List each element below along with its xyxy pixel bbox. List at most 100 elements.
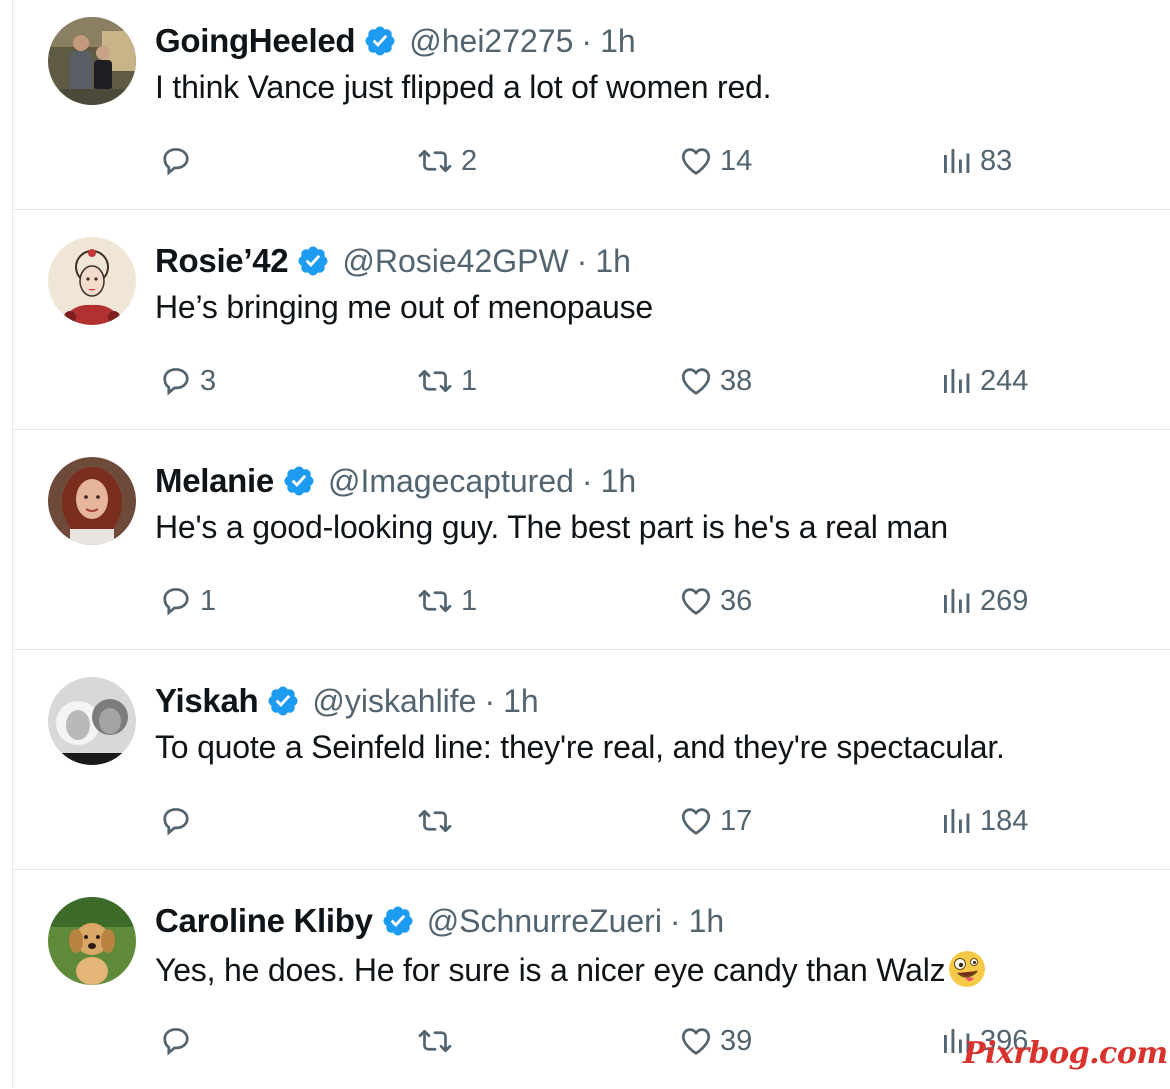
reply-button[interactable]: 3 [158,359,216,403]
speech-bubble-icon [163,368,189,396]
action-bar: 3 1 38 244 [13,359,1170,403]
tweet-item[interactable]: GoingHeeled @hei27275 · 1h I think Vance… [13,0,1170,210]
bar-chart-icon [944,809,970,833]
speech-bubble-icon [163,588,189,616]
display-name[interactable]: Melanie [155,462,274,500]
tweet-header: Caroline Kliby @SchnurreZueri · 1h [155,901,724,941]
black-white-couple-avatar [48,677,136,765]
heart-icon [681,588,711,615]
like-count: 36 [720,584,753,617]
verified-badge-icon [284,466,314,496]
retweet-arrows-icon [418,589,452,613]
reply-button[interactable] [158,1019,200,1063]
retweet-button[interactable]: 1 [415,359,477,403]
retweet-arrows-icon [418,369,452,393]
like-button[interactable]: 36 [678,579,752,623]
tweet-text: He’s bringing me out of menopause [155,289,654,325]
verified-badge-icon [298,246,328,276]
like-count: 38 [720,364,753,397]
views-button[interactable]: 184 [938,799,1028,843]
speech-bubble-icon [163,1028,189,1056]
timestamp[interactable]: 1h [595,243,631,280]
retweet-count: 1 [461,364,478,397]
like-button[interactable]: 17 [678,799,752,843]
views-button[interactable]: 269 [938,579,1028,623]
tweet-item[interactable]: Yiskah @yiskahlife · 1h To quote a Seinf… [13,650,1170,870]
user-handle[interactable]: @SchnurreZueri [427,903,662,940]
views-button[interactable]: 83 [938,139,1012,183]
retweet-button[interactable]: 1 [415,579,477,623]
user-handle[interactable]: @yiskahlife [312,683,476,720]
like-count: 14 [720,144,753,177]
like-button[interactable]: 39 [678,1019,752,1063]
heart-icon [681,1028,711,1055]
separator-dot: · [576,242,588,279]
timestamp[interactable]: 1h [601,463,637,500]
view-count: 269 [980,584,1029,617]
speech-bubble-icon [163,808,189,836]
avatar[interactable] [48,237,136,325]
speech-bubble-icon [163,148,189,176]
tweet-item[interactable]: Melanie @Imagecaptured · 1h He's a good-… [13,430,1170,650]
heart-icon [681,368,711,395]
view-count: 83 [980,144,1013,177]
bar-chart-icon [944,589,970,613]
heart-icon [681,808,711,835]
timestamp[interactable]: 1h [503,683,539,720]
tweet-header: Melanie @Imagecaptured · 1h [155,461,636,501]
action-bar: 1 1 36 269 [13,579,1170,623]
timestamp[interactable]: 1h [689,903,725,940]
retweet-count: 2 [461,144,478,177]
tweet-header: Yiskah @yiskahlife · 1h [155,681,539,721]
separator-dot: · [581,462,593,499]
tweet-text: Yes, he does. He for sure is a nicer eye… [155,952,946,988]
avatar[interactable] [48,677,136,765]
action-bar: 2 14 83 [13,139,1170,183]
tweet-item[interactable]: Rosie’42 @Rosie42GPW · 1h He’s bringing … [13,210,1170,430]
user-handle[interactable]: @hei27275 [409,23,573,60]
verified-badge-icon [365,26,395,56]
retweet-button[interactable]: 2 [415,139,477,183]
reply-count: 1 [200,584,217,617]
retweet-arrows-icon [418,1029,452,1053]
zany-face-emoji [949,951,986,987]
avatar[interactable] [48,17,136,105]
retweet-count: 1 [461,584,478,617]
tweet-text: To quote a Seinfeld line: they're real, … [155,729,1005,765]
like-button[interactable]: 14 [678,139,752,183]
retweet-button[interactable] [415,1019,461,1063]
user-handle[interactable]: @Rosie42GPW [342,243,568,280]
avatar[interactable] [48,897,136,985]
timestamp[interactable]: 1h [600,23,636,60]
user-handle[interactable]: @Imagecaptured [328,463,574,500]
display-name[interactable]: Rosie’42 [155,242,289,280]
display-name[interactable]: Caroline Kliby [155,902,373,940]
watermark: Pixrbog.com [963,1036,1168,1071]
tweet-text: He's a good-looking guy. The best part i… [155,509,948,545]
verified-badge-icon [268,686,298,716]
separator-dot: · [484,682,496,719]
reply-button[interactable] [158,139,200,183]
views-button[interactable]: 244 [938,359,1028,403]
reply-button[interactable]: 1 [158,579,216,623]
reply-button[interactable] [158,799,200,843]
couple-photo-avatar [48,17,136,105]
retweet-button[interactable] [415,799,461,843]
tweet-header: GoingHeeled @hei27275 · 1h [155,21,636,61]
avatar[interactable] [48,457,136,545]
heart-icon [681,148,711,175]
retweet-arrows-icon [418,809,452,833]
retweet-arrows-icon [418,149,452,173]
redhead-portrait-avatar [48,457,136,545]
like-button[interactable]: 38 [678,359,752,403]
replies-feed: GoingHeeled @hei27275 · 1h I think Vance… [0,0,1170,1088]
tweet-text-line: Yes, he does. He for sure is a nicer eye… [155,949,987,989]
separator-dot: · [581,22,593,59]
separator-dot: · [669,902,681,939]
reply-count: 3 [200,364,217,397]
golden-retriever-puppy-avatar [48,897,136,985]
view-count: 244 [980,364,1029,397]
display-name[interactable]: Yiskah [155,682,259,720]
display-name[interactable]: GoingHeeled [155,22,356,60]
like-count: 17 [720,804,753,837]
